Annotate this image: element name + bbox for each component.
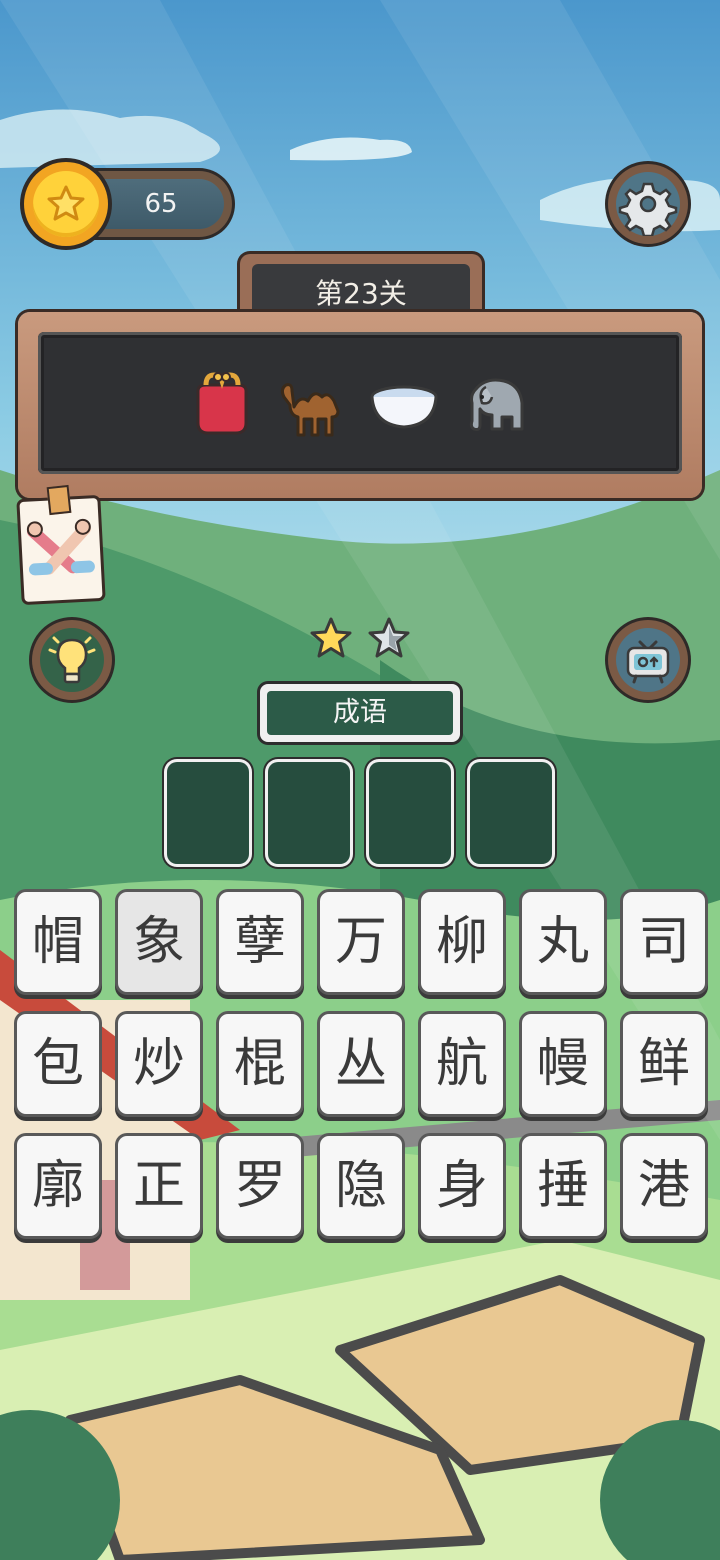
hint-button[interactable] bbox=[32, 620, 112, 700]
char-tile[interactable]: 捶 bbox=[522, 1136, 604, 1236]
char-tile[interactable]: 万 bbox=[320, 892, 402, 992]
char-tile[interactable]: 棍 bbox=[219, 1014, 301, 1114]
lightbulb-icon bbox=[48, 636, 96, 684]
tile-char: 包 bbox=[31, 1034, 84, 1094]
bowl-icon bbox=[370, 385, 438, 429]
coin-count: 65 bbox=[144, 189, 178, 219]
video-reward-button[interactable] bbox=[608, 620, 688, 700]
elephant-icon bbox=[469, 378, 524, 431]
star-coin-icon bbox=[24, 162, 108, 246]
answer-slot[interactable] bbox=[369, 762, 451, 864]
tile-char: 柳 bbox=[435, 912, 488, 972]
settings-button[interactable] bbox=[608, 164, 688, 244]
gear-icon bbox=[618, 182, 678, 236]
clue-board bbox=[18, 312, 702, 498]
char-tile[interactable]: 鲜 bbox=[623, 1014, 705, 1114]
camel-icon bbox=[280, 383, 340, 437]
answer-slot[interactable] bbox=[167, 762, 249, 864]
tile-char: 棍 bbox=[233, 1034, 286, 1094]
game-screen: 65 第23关 成语 帽 象 孽 万 柳 丸 司 包 炒 棍 丛 航 幔 鲜 廓… bbox=[0, 0, 720, 1560]
char-tile[interactable]: 正 bbox=[118, 1136, 200, 1236]
tile-char: 身 bbox=[435, 1156, 488, 1216]
char-tile[interactable]: 航 bbox=[421, 1014, 503, 1114]
tile-char: 捶 bbox=[536, 1156, 589, 1216]
tile-char: 帽 bbox=[31, 912, 84, 972]
char-tile[interactable]: 丸 bbox=[522, 892, 604, 992]
level-title: 第23关 bbox=[315, 277, 407, 310]
char-tile[interactable]: 炒 bbox=[118, 1014, 200, 1114]
char-tile[interactable]: 罗 bbox=[219, 1136, 301, 1236]
coin-purse-icon bbox=[196, 372, 248, 435]
answer-slot[interactable] bbox=[268, 762, 350, 864]
tile-char: 丸 bbox=[536, 912, 589, 972]
char-tile[interactable]: 象 bbox=[118, 892, 200, 992]
tile-char: 幔 bbox=[536, 1034, 589, 1094]
tile-char: 廓 bbox=[31, 1156, 84, 1216]
tile-char: 港 bbox=[637, 1156, 690, 1216]
char-tile[interactable]: 包 bbox=[17, 1014, 99, 1114]
tile-char: 炒 bbox=[132, 1034, 185, 1094]
char-tile[interactable]: 隐 bbox=[320, 1136, 402, 1236]
char-tile[interactable]: 廓 bbox=[17, 1136, 99, 1236]
answer-slot[interactable] bbox=[470, 762, 552, 864]
tv-video-icon bbox=[626, 640, 670, 684]
char-tile[interactable]: 帽 bbox=[17, 892, 99, 992]
tile-char: 正 bbox=[132, 1156, 185, 1216]
char-tile[interactable]: 幔 bbox=[522, 1014, 604, 1114]
char-tile[interactable]: 柳 bbox=[421, 892, 503, 992]
note-tape bbox=[46, 484, 72, 516]
tile-char: 司 bbox=[637, 912, 690, 972]
category-label: 成语 bbox=[260, 684, 460, 742]
tile-char: 罗 bbox=[233, 1156, 286, 1216]
tile-char: 航 bbox=[435, 1034, 488, 1094]
tile-char: 鲜 bbox=[637, 1034, 690, 1094]
char-tile[interactable]: 丛 bbox=[320, 1014, 402, 1114]
tile-char: 万 bbox=[334, 912, 387, 972]
tile-char: 孽 bbox=[233, 912, 286, 972]
star-filled-icon bbox=[310, 617, 352, 658]
category-text: 成语 bbox=[333, 697, 387, 728]
char-tile[interactable]: 港 bbox=[623, 1136, 705, 1236]
tile-char: 象 bbox=[132, 912, 185, 972]
char-tile[interactable]: 身 bbox=[421, 1136, 503, 1236]
tile-char: 丛 bbox=[334, 1034, 387, 1094]
clue-panel bbox=[38, 332, 682, 474]
char-tile[interactable]: 司 bbox=[623, 892, 705, 992]
star-empty-icon bbox=[368, 617, 410, 658]
char-tile[interactable]: 孽 bbox=[219, 892, 301, 992]
tile-char: 隐 bbox=[334, 1156, 387, 1216]
